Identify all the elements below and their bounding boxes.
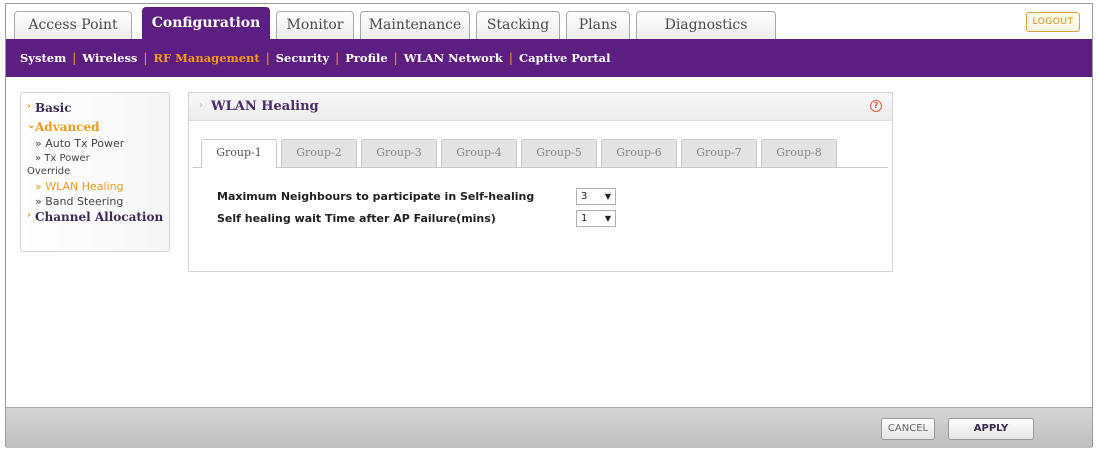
group-tab-body: Maximum Neighbours to participate in Sel… — [193, 167, 888, 267]
tab-group-1[interactable]: Group-1 — [201, 139, 277, 168]
app-frame: Access Point Configuration Monitor Maint… — [5, 3, 1093, 448]
sidebar-item-tx-power-override[interactable]: » Tx Power — [27, 152, 169, 165]
footer-bar: CANCEL APPLY — [6, 407, 1092, 448]
sidebar-item-label: Basic — [35, 101, 72, 115]
tab-group-7[interactable]: Group-7 — [681, 139, 757, 167]
tab-access-point[interactable]: Access Point — [14, 11, 132, 39]
sidebar-item-band-steering[interactable]: » Band Steering — [27, 195, 169, 208]
cancel-button[interactable]: CANCEL — [881, 418, 935, 440]
tab-group-4[interactable]: Group-4 — [441, 139, 517, 167]
max-neighbours-select[interactable]: 3 ▼ — [576, 188, 616, 205]
tab-group-8[interactable]: Group-8 — [761, 139, 837, 167]
top-tab-bar: Access Point Configuration Monitor Maint… — [6, 4, 1092, 39]
tab-group-3[interactable]: Group-3 — [361, 139, 437, 167]
sidebar-item-channel-allocation[interactable]: › Channel Allocation — [27, 210, 169, 224]
sidebar-item-label: Advanced — [35, 120, 100, 134]
sidebar-item-tx-power-override-cont[interactable]: Override — [27, 165, 169, 178]
tab-maintenance[interactable]: Maintenance — [360, 11, 470, 39]
subnav-system[interactable]: System — [14, 39, 72, 77]
tab-diagnostics[interactable]: Diagnostics — [636, 11, 776, 39]
dropdown-arrow-icon: ▼ — [604, 214, 611, 223]
tab-monitor[interactable]: Monitor — [276, 11, 354, 39]
dropdown-arrow-icon: ▼ — [604, 192, 611, 201]
subnav-profile[interactable]: Profile — [339, 39, 393, 77]
content-area: › Basic ⌄ Advanced » Auto Tx Power » Tx … — [6, 77, 1092, 407]
tab-group-6[interactable]: Group-6 — [601, 139, 677, 167]
subnav-rf-management[interactable]: RF Management — [147, 39, 265, 77]
max-neighbours-label: Maximum Neighbours to participate in Sel… — [217, 190, 535, 203]
sidebar-item-basic[interactable]: › Basic — [27, 101, 169, 115]
tab-configuration[interactable]: Configuration — [142, 7, 270, 39]
subnav-wireless[interactable]: Wireless — [76, 39, 143, 77]
subnav-wlan-network[interactable]: WLAN Network — [398, 39, 509, 77]
caret-down-icon: ⌄ — [27, 120, 36, 131]
sidebar: › Basic ⌄ Advanced » Auto Tx Power » Tx … — [20, 92, 170, 252]
logout-button[interactable]: LOGOUT — [1026, 12, 1080, 32]
wlan-healing-panel: › WLAN Healing ? Group-1 Group-2 Group-3… — [188, 92, 893, 272]
tab-plans[interactable]: Plans — [566, 11, 630, 39]
subnav-security[interactable]: Security — [270, 39, 335, 77]
select-value: 1 — [581, 213, 588, 224]
caret-right-icon: › — [27, 210, 31, 221]
sub-navigation: System | Wireless | RF Management | Security | P… — [6, 39, 1092, 77]
apply-button[interactable]: APPLY — [948, 418, 1034, 440]
sidebar-item-advanced[interactable]: ⌄ Advanced — [27, 120, 169, 134]
subnav-captive-portal[interactable]: Captive Portal — [513, 39, 617, 77]
tab-group-2[interactable]: Group-2 — [281, 139, 357, 167]
wait-time-select[interactable]: 1 ▼ — [576, 210, 616, 227]
sidebar-item-wlan-healing[interactable]: » WLAN Healing — [27, 180, 169, 193]
tab-stacking[interactable]: Stacking — [476, 11, 560, 39]
select-value: 3 — [581, 191, 588, 202]
panel-title: WLAN Healing — [211, 99, 319, 114]
caret-right-icon: › — [199, 100, 203, 111]
sidebar-item-auto-tx-power[interactable]: » Auto Tx Power — [27, 137, 169, 150]
sidebar-item-label: Channel Allocation — [35, 210, 164, 224]
tab-group-5[interactable]: Group-5 — [521, 139, 597, 167]
panel-header: › WLAN Healing ? — [189, 93, 892, 121]
caret-right-icon: › — [27, 101, 31, 112]
wait-time-label: Self healing wait Time after AP Failure(… — [217, 212, 496, 225]
help-icon[interactable]: ? — [870, 100, 882, 112]
